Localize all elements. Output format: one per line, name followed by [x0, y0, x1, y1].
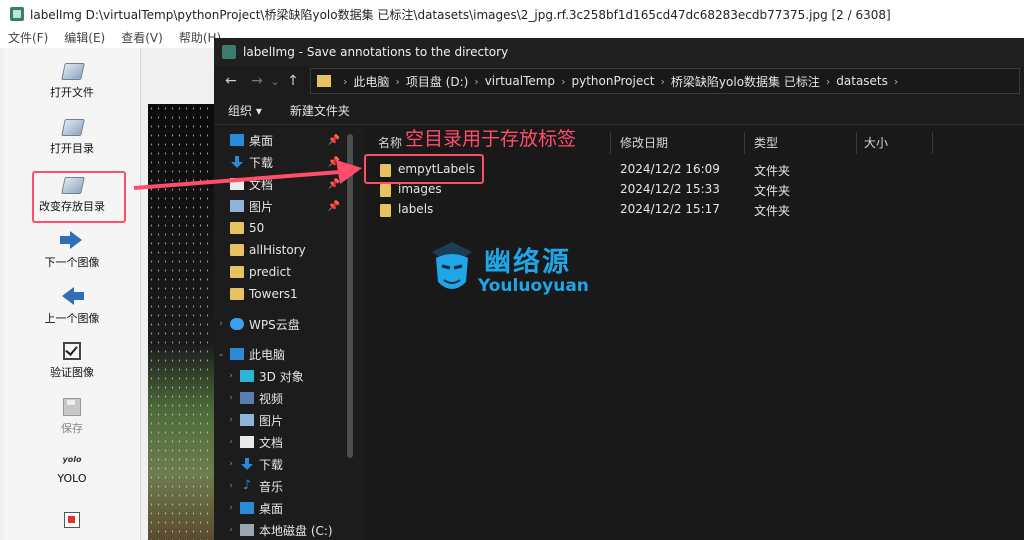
watermark: 幽络源 Youluoyuan	[426, 236, 606, 300]
annotation-callout: 空目录用于存放标签	[405, 128, 577, 150]
watermark-chinese: 幽络源	[484, 247, 571, 278]
watermark-english: Youluoyuan	[478, 276, 589, 296]
highlight-box-empytlabels	[364, 154, 484, 184]
watermark-logo-icon	[432, 242, 472, 289]
